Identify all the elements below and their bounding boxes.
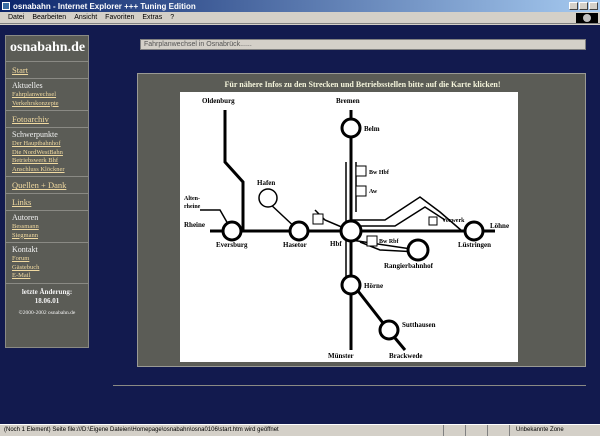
label-sutthausen: Sutthausen bbox=[402, 321, 436, 329]
copyright: ©2000-2002 osnabahn.de bbox=[18, 309, 76, 316]
nav-verkehrskonzepte[interactable]: Verkehrskonzepte bbox=[12, 100, 82, 109]
station-eversburg bbox=[221, 220, 243, 242]
railway-map-svg[interactable]: Oldenburg Bremen Belm Bw Hbf Aw Hafen Al… bbox=[180, 92, 518, 362]
nav-heading-schwerpunkte: Schwerpunkte bbox=[12, 130, 58, 139]
railway-map[interactable]: Oldenburg Bremen Belm Bw Hbf Aw Hafen Al… bbox=[180, 92, 518, 362]
depot-hasetor bbox=[312, 213, 324, 225]
site-logo[interactable]: osnabahn.de bbox=[6, 36, 88, 62]
label-hafen: Hafen bbox=[257, 179, 275, 187]
label-hoerne: Hörne bbox=[364, 282, 383, 290]
nav-start[interactable]: Start bbox=[12, 64, 82, 76]
window-title: osnabahn - Internet Explorer +++ Tuning … bbox=[13, 1, 196, 11]
nav-siegmann[interactable]: Siegmann bbox=[12, 232, 82, 241]
horizontal-rule bbox=[113, 385, 586, 386]
label-eversburg: Eversburg bbox=[216, 241, 248, 249]
nav-hauptbahnhof[interactable]: Der Hauptbahnhof bbox=[12, 140, 82, 149]
label-brackwede: Brackwede bbox=[389, 352, 422, 360]
menu-ansicht[interactable]: Ansicht bbox=[74, 14, 97, 21]
map-panel: Für nähere Infos zu den Strecken und Bet… bbox=[137, 73, 586, 367]
menu-extras[interactable]: Extras bbox=[142, 14, 162, 21]
close-button[interactable] bbox=[589, 2, 598, 10]
station-rangierbahnhof bbox=[406, 238, 430, 262]
label-loehne: Löhne bbox=[490, 222, 509, 230]
map-depots[interactable] bbox=[312, 165, 438, 247]
nav-bessmann[interactable]: Bessmann bbox=[12, 223, 82, 232]
nav-nordwestbahn[interactable]: Die NordWestBahn bbox=[12, 149, 82, 158]
label-altenrheine-1: Alten- bbox=[184, 196, 200, 202]
nav-anschluss[interactable]: Anschluss Klöckner bbox=[12, 166, 82, 175]
nav-heading-autoren: Autoren bbox=[12, 213, 39, 222]
title-bar: osnabahn - Internet Explorer +++ Tuning … bbox=[0, 0, 600, 12]
menu-datei[interactable]: Datei bbox=[8, 14, 24, 21]
minimize-button[interactable] bbox=[569, 2, 578, 10]
station-hafen[interactable] bbox=[258, 188, 278, 208]
label-bw-rbf: Bw Rbf bbox=[379, 239, 400, 245]
news-ticker-field[interactable]: Fahrplanwechsel in Osnabrück...... bbox=[140, 39, 586, 50]
label-altenrheine-2: rheine bbox=[184, 204, 201, 210]
depot-bw-hbf bbox=[355, 165, 367, 177]
map-heading: Für nähere Infos zu den Strecken und Bet… bbox=[224, 80, 501, 89]
last-updated: letzte Änderung: 18.06.01 bbox=[6, 284, 88, 306]
sidebar: osnabahn.de Start Aktuelles Fahrplanwech… bbox=[5, 35, 89, 348]
label-hbf: Hbf bbox=[330, 240, 342, 248]
label-rangierbahnhof: Rangierbahnhof bbox=[384, 262, 434, 270]
label-belm: Belm bbox=[364, 125, 380, 133]
label-muenster: Münster bbox=[328, 352, 354, 360]
label-bremen: Bremen bbox=[336, 97, 360, 105]
status-text: (Noch 1 Element) Seite file:///D:\Eigene… bbox=[0, 425, 444, 436]
security-zone: Unbekannte Zone bbox=[516, 427, 564, 433]
nav-quellen[interactable]: Quellen + Dank bbox=[12, 179, 82, 191]
nav-links[interactable]: Links bbox=[12, 196, 82, 208]
nav-heading-aktuelles: Aktuelles bbox=[12, 81, 43, 90]
menu-bar: Datei Bearbeiten Ansicht Favoriten Extra… bbox=[0, 12, 600, 24]
nav-fahrplanwechsel[interactable]: Fahrplanwechsel bbox=[12, 91, 82, 100]
station-luestringen bbox=[463, 220, 485, 242]
page-content: osnabahn.de Start Aktuelles Fahrplanwech… bbox=[0, 25, 600, 424]
station-hasetor bbox=[288, 220, 310, 242]
station-belm bbox=[340, 117, 362, 139]
nav-forum[interactable]: Forum bbox=[12, 255, 82, 264]
menu-favoriten[interactable]: Favoriten bbox=[105, 14, 134, 21]
nav-fotoarchiv[interactable]: Fotoarchiv bbox=[12, 113, 82, 125]
depot-bw-rbf bbox=[366, 235, 378, 247]
status-bar: (Noch 1 Element) Seite file:///D:\Eigene… bbox=[0, 424, 600, 436]
maximize-button[interactable] bbox=[579, 2, 588, 10]
depot-aw bbox=[355, 185, 367, 197]
station-hoerne bbox=[340, 274, 362, 296]
nav-betriebswerk[interactable]: Betriebswerk Bhf bbox=[12, 157, 82, 166]
windows-logo-icon bbox=[576, 13, 598, 23]
label-vorwerk: Vorwerk bbox=[442, 218, 465, 224]
label-bw-hbf: Bw Hbf bbox=[369, 170, 390, 176]
label-aw: Aw bbox=[369, 189, 378, 195]
station-sutthausen bbox=[378, 319, 400, 341]
last-updated-date: 18.06.01 bbox=[34, 296, 60, 305]
label-rheine: Rheine bbox=[184, 221, 205, 229]
menu-help[interactable]: ? bbox=[170, 14, 174, 21]
last-updated-label: letzte Änderung: bbox=[21, 287, 73, 296]
label-luestringen: Lüstringen bbox=[458, 241, 491, 249]
station-hbf bbox=[339, 219, 363, 243]
label-hasetor: Hasetor bbox=[283, 241, 307, 249]
nav-gaestebuch[interactable]: Gästebuch bbox=[12, 264, 82, 273]
label-oldenburg: Oldenburg bbox=[202, 97, 235, 105]
nav-heading-kontakt: Kontakt bbox=[12, 245, 38, 254]
menu-bearbeiten[interactable]: Bearbeiten bbox=[32, 14, 66, 21]
nav-email[interactable]: E-Mail bbox=[12, 272, 82, 281]
map-stations[interactable] bbox=[221, 117, 485, 341]
depot-vorwerk bbox=[428, 216, 438, 226]
ie-icon bbox=[2, 2, 10, 10]
